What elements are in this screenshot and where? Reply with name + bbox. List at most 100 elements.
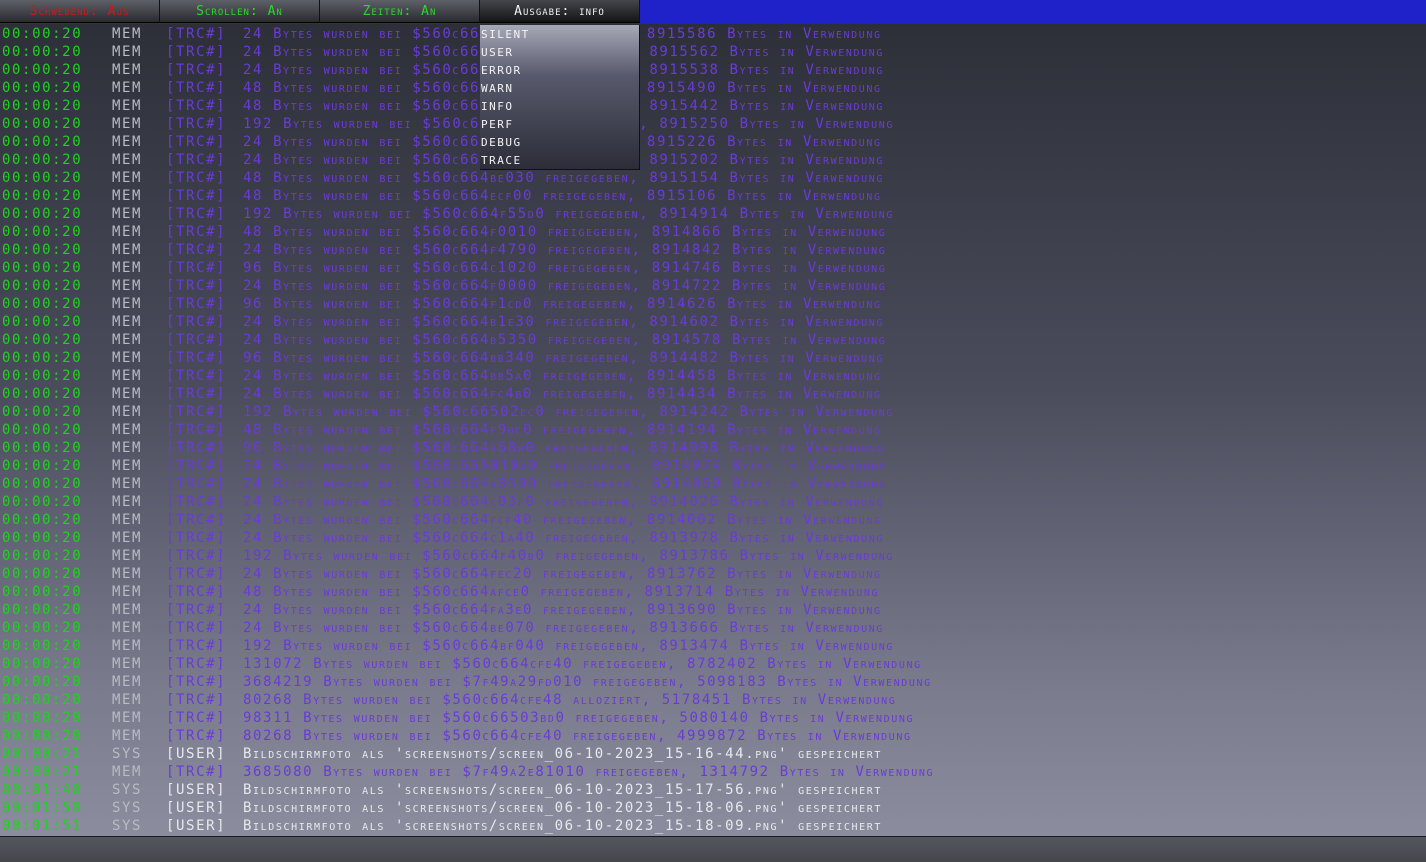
- log-source: MEM: [112, 278, 143, 294]
- log-level: [TRC#]: [166, 602, 227, 618]
- log-level: [TRC#]: [166, 314, 227, 330]
- log-output-area[interactable]: 00:00:20 MEM [TRC#] 24 Bytes wurden bei $56…: [0, 25, 1426, 835]
- log-message: 48 Bytes wurden bei $560c664f9bc0 freige…: [243, 422, 882, 438]
- log-message: 98311 Bytes wurden bei $560c66503bd0 fre…: [243, 710, 915, 726]
- log-level: [TRC#]: [166, 404, 227, 420]
- log-level: [TRC#]: [166, 80, 227, 96]
- log-message: 192 Bytes wurden bei $560c664f40b0 freig…: [243, 548, 895, 564]
- log-source: MEM: [112, 476, 143, 492]
- output-level-option-error[interactable]: ERROR: [481, 62, 522, 80]
- log-message: 48 Bytes wurden bei $560c664afce0 freige…: [243, 584, 880, 600]
- log-message: 24 Bytes wurden bei $560c664f4790 freige…: [243, 242, 887, 258]
- log-level: [TRC#]: [166, 98, 227, 114]
- log-time: 00:00:21: [2, 746, 83, 762]
- log-message: 3685080 Bytes wurden bei $7f49a2e81010 f…: [243, 764, 935, 780]
- log-message: 3684219 Bytes wurden bei $7f49a29fd010 f…: [243, 674, 932, 690]
- log-time: 00:00:20: [2, 512, 83, 528]
- log-time: 00:00:20: [2, 62, 83, 78]
- log-level: [TRC#]: [166, 260, 227, 276]
- log-message: Bildschirmfoto als 'screenshots/screen_0…: [243, 800, 882, 816]
- log-source: MEM: [112, 170, 143, 186]
- log-message: 24 Bytes wurden bei $560c664c1a40 freige…: [243, 530, 884, 546]
- log-time: 00:00:20: [2, 584, 83, 600]
- log-time: 00:00:20: [2, 638, 83, 654]
- timestamps-toggle-button[interactable]: Zeiten: An: [320, 0, 480, 23]
- log-source: SYS: [112, 746, 143, 762]
- log-source: MEM: [112, 710, 143, 726]
- log-time: 00:00:20: [2, 278, 83, 294]
- log-source: MEM: [112, 98, 143, 114]
- output-level-menu: SILENT USER ERROR WARN INFO PERF DEBUG TRACE: [480, 25, 640, 170]
- log-level: [TRC#]: [166, 116, 227, 132]
- log-time: 00:00:20: [2, 710, 83, 726]
- output-level-option-user[interactable]: USER: [481, 44, 514, 62]
- log-message: 24 Bytes wurden bei $560c664bb5a0 freige…: [243, 368, 882, 384]
- log-level: [TRC#]: [166, 224, 227, 240]
- output-level-option-perf[interactable]: PERF: [481, 116, 514, 134]
- log-time: 00:00:20: [2, 332, 83, 348]
- top-toolbar: Schwebend: Aus Scrollen: An Zeiten: An A…: [0, 0, 1426, 24]
- log-time: 00:00:20: [2, 530, 83, 546]
- log-time: 00:00:20: [2, 368, 83, 384]
- log-time: 00:00:20: [2, 188, 83, 204]
- log-level: [TRC#]: [166, 278, 227, 294]
- log-source: MEM: [112, 656, 143, 672]
- log-level: [TRC#]: [166, 440, 227, 456]
- log-time: 00:00:20: [2, 26, 83, 42]
- log-time: 00:00:20: [2, 116, 83, 132]
- log-source: MEM: [112, 512, 143, 528]
- log-level: [TRC#]: [166, 620, 227, 636]
- log-level: [TRC#]: [166, 368, 227, 384]
- log-level: [USER]: [166, 782, 227, 798]
- log-time: 00:00:20: [2, 494, 83, 510]
- log-source: MEM: [112, 728, 143, 744]
- log-level: [TRC#]: [166, 170, 227, 186]
- log-source: MEM: [112, 692, 143, 708]
- log-time: 00:00:20: [2, 656, 83, 672]
- output-level-dropdown-button[interactable]: Ausgabe: info: [480, 0, 640, 23]
- log-source: MEM: [112, 80, 143, 96]
- log-message: 24 Bytes wurden bei $560c664fec20 freige…: [243, 566, 882, 582]
- log-time: 00:00:20: [2, 476, 83, 492]
- log-message: 24 Bytes wurden bei $560c664f0000 freige…: [243, 278, 887, 294]
- log-message: 24 Bytes wurden bei $560c664fc4b0 freige…: [243, 386, 882, 402]
- output-level-option-silent[interactable]: SILENT: [481, 26, 530, 44]
- output-level-option-debug[interactable]: DEBUG: [481, 134, 522, 152]
- log-time: 00:00:20: [2, 548, 83, 564]
- log-time: 00:00:20: [2, 134, 83, 150]
- log-time: 00:00:20: [2, 296, 83, 312]
- log-time: 00:00:20: [2, 44, 83, 60]
- log-level: [TRC#]: [166, 530, 227, 546]
- floating-toggle-button[interactable]: Schwebend: Aus: [0, 0, 160, 23]
- log-message: Bildschirmfoto als 'screenshots/screen_0…: [243, 746, 882, 762]
- log-message: 192 Bytes wurden bei $560c664bf040 freig…: [243, 638, 895, 654]
- log-time: 00:00:20: [2, 98, 83, 114]
- output-level-option-warn[interactable]: WARN: [481, 80, 514, 98]
- log-time: 00:00:20: [2, 620, 83, 636]
- log-level: [TRC#]: [166, 512, 227, 528]
- log-level: [TRC#]: [166, 206, 227, 222]
- log-level: [TRC#]: [166, 44, 227, 60]
- log-source: MEM: [112, 386, 143, 402]
- output-level-option-info[interactable]: INFO: [481, 98, 514, 116]
- log-time: 00:00:20: [2, 602, 83, 618]
- log-time: 00:00:20: [2, 80, 83, 96]
- log-message: 24 Bytes wurden bei $560c664be070 freige…: [243, 620, 884, 636]
- log-source: MEM: [112, 62, 143, 78]
- scroll-toggle-button[interactable]: Scrollen: An: [160, 0, 320, 23]
- log-message: 192 Bytes wurden bei $560c66502ec0 freig…: [243, 404, 895, 420]
- log-source: MEM: [112, 764, 143, 780]
- log-source: MEM: [112, 548, 143, 564]
- log-level: [TRC#]: [166, 26, 227, 42]
- log-time: 00:00:20: [2, 224, 83, 240]
- output-level-option-trace[interactable]: TRACE: [481, 152, 522, 170]
- log-message: 96 Bytes wurden bei $560c664f1cd0 freige…: [243, 296, 882, 312]
- log-time: 00:00:20: [2, 314, 83, 330]
- log-time: 00:00:20: [2, 692, 83, 708]
- log-level: [TRC#]: [166, 386, 227, 402]
- log-level: [TRC#]: [166, 476, 227, 492]
- log-message: 24 Bytes wurden bei $560c665010a0 freige…: [243, 458, 887, 474]
- log-source: MEM: [112, 494, 143, 510]
- log-level: [TRC#]: [166, 638, 227, 654]
- log-source: MEM: [112, 206, 143, 222]
